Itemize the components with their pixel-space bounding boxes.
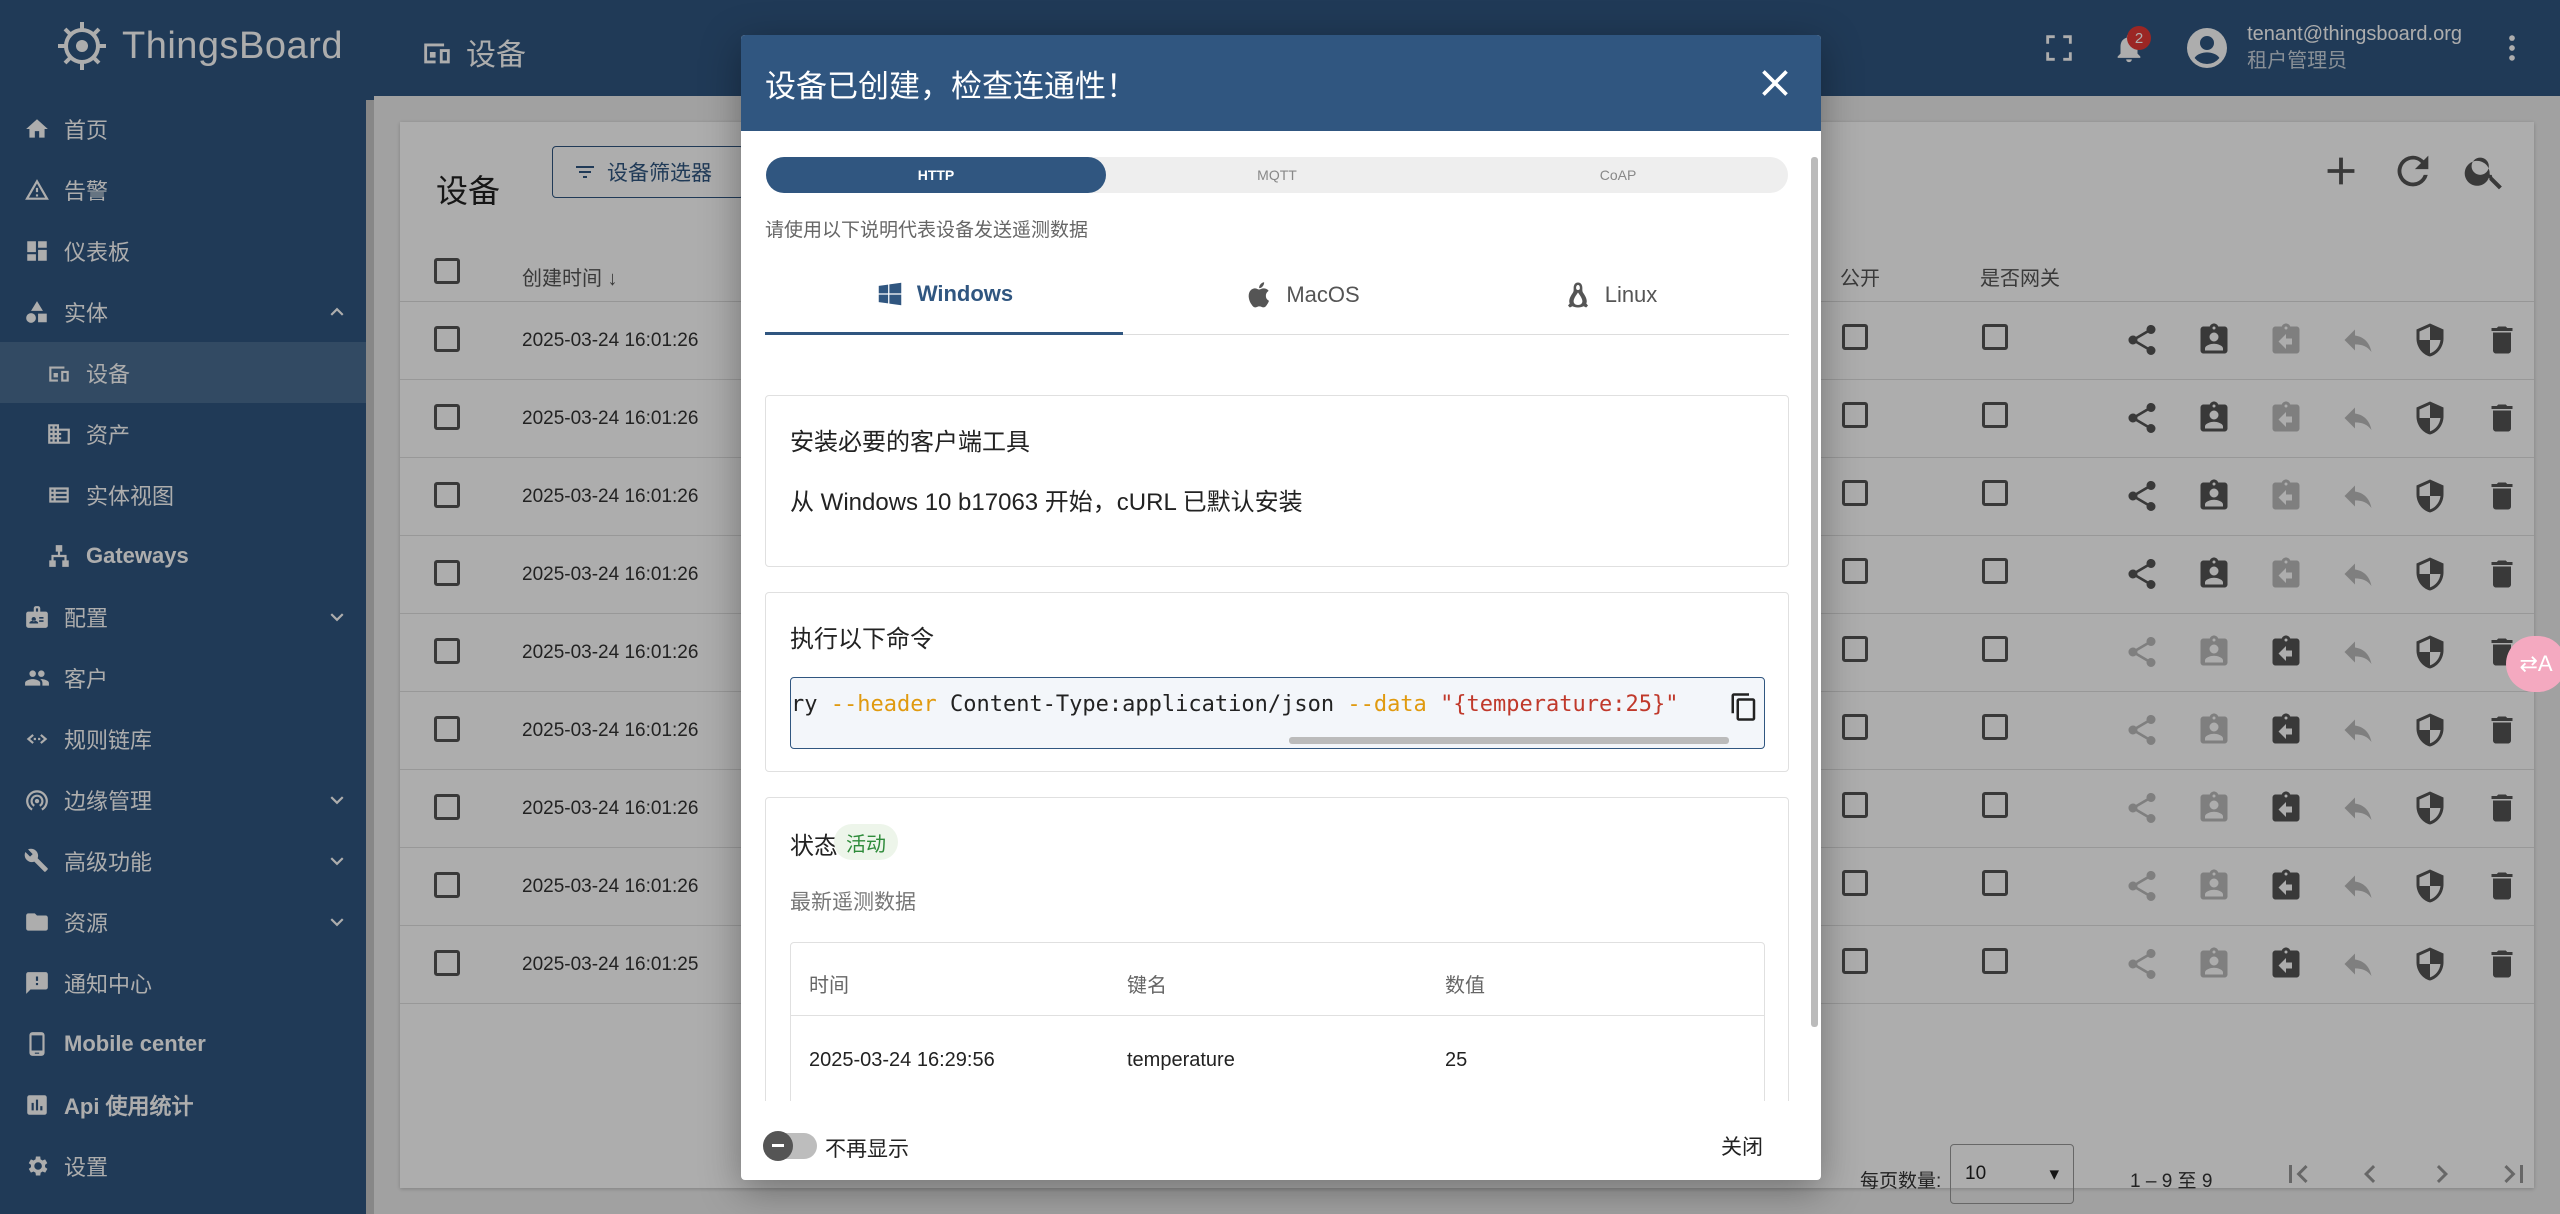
dialog-header: 设备已创建，检查连通性！ [741, 35, 1821, 131]
tab-label: Windows [916, 280, 1014, 306]
telemetry-cell-time: 2025-03-24 16:29:56 [809, 1049, 995, 1071]
command-scrollbar[interactable] [1289, 737, 1729, 744]
telemetry-header-key: 键名 [1127, 975, 1167, 997]
dont-show-again-label: 不再显示 [825, 1138, 909, 1161]
protocol-mqtt[interactable]: MQTT [1107, 157, 1447, 193]
windows-icon [878, 282, 902, 305]
translate-icon: ⇄A [2519, 651, 2553, 676]
protocol-http[interactable]: HTTP [766, 157, 1106, 193]
tab-windows[interactable]: Windows [765, 255, 1123, 335]
telemetry-header-value: 数值 [1445, 975, 1485, 997]
check-connectivity-dialog: 设备已创建，检查连通性！ HTTP MQTT CoAP 请使用以下说明代表设备发… [741, 35, 1821, 1180]
telemetry-header-time: 时间 [809, 975, 849, 997]
install-tools-title: 安装必要的客户端工具 [790, 429, 1030, 456]
translate-button[interactable]: ⇄A [2506, 636, 2560, 692]
latest-telemetry-label: 最新遥测数据 [790, 891, 916, 914]
close-icon [1762, 70, 1788, 96]
status-section: 状态 活动 最新遥测数据 时间 键名 数值 2025-03-24 16:29:5… [765, 797, 1789, 1101]
toggle-knob [763, 1131, 793, 1161]
dialog-body: HTTP MQTT CoAP 请使用以下说明代表设备发送遥测数据 Windows… [741, 131, 1807, 1101]
install-tools-section: 安装必要的客户端工具 从 Windows 10 b17063 开始，cURL 已… [765, 395, 1789, 567]
command-flag-data: --data [1347, 692, 1427, 717]
command-content-type: Content-Type:application/json [936, 692, 1348, 717]
dont-show-again-toggle[interactable] [763, 1131, 817, 1161]
status-label: 状态 [790, 833, 838, 860]
command-title: 执行以下命令 [790, 626, 934, 653]
tab-linux[interactable]: Linux [1431, 255, 1789, 335]
command-code-block[interactable]: ry --header Content-Type:application/jso… [790, 677, 1765, 749]
install-tools-text: 从 Windows 10 b17063 开始，cURL 已默认安装 [790, 489, 1303, 516]
apple-icon [1248, 282, 1270, 308]
linux-icon [1567, 282, 1588, 308]
command-prefix: ry [791, 692, 831, 717]
instruction-hint: 请使用以下说明代表设备发送遥测数据 [765, 220, 1089, 241]
copy-icon [1731, 693, 1756, 721]
tab-label: MacOS [1286, 282, 1360, 307]
dialog-footer: 不再显示 关闭 [741, 1115, 1821, 1180]
telemetry-divider [791, 1015, 1764, 1016]
tab-label: Linux [1604, 282, 1658, 307]
copy-command-button[interactable] [1729, 692, 1763, 726]
dialog-close-button[interactable] [1753, 61, 1797, 105]
command-text: ry --header Content-Type:application/jso… [791, 692, 1678, 717]
command-section: 执行以下命令 ry --header Content-Type:applicat… [765, 592, 1789, 772]
dialog-scrollbar[interactable] [1811, 157, 1818, 1027]
command-flag-header: --header [830, 692, 937, 717]
dialog-title: 设备已创建，检查连通性！ [765, 69, 1137, 104]
protocol-toggle: HTTP MQTT CoAP [766, 157, 1788, 193]
telemetry-cell-value: 25 [1445, 1049, 1468, 1071]
tab-macos[interactable]: MacOS [1123, 255, 1481, 335]
telemetry-table: 时间 键名 数值 2025-03-24 16:29:56 temperature… [790, 942, 1765, 1101]
command-data-value: "{temperature:25}" [1440, 692, 1679, 717]
status-badge: 活动 [834, 824, 898, 860]
telemetry-cell-key: temperature [1127, 1049, 1235, 1071]
dialog-close-text-button[interactable]: 关闭 [1721, 1131, 1763, 1161]
os-tabs: Windows MacOS Linux [765, 255, 1789, 335]
protocol-coap[interactable]: CoAP [1448, 157, 1788, 193]
command-space [1427, 692, 1440, 717]
